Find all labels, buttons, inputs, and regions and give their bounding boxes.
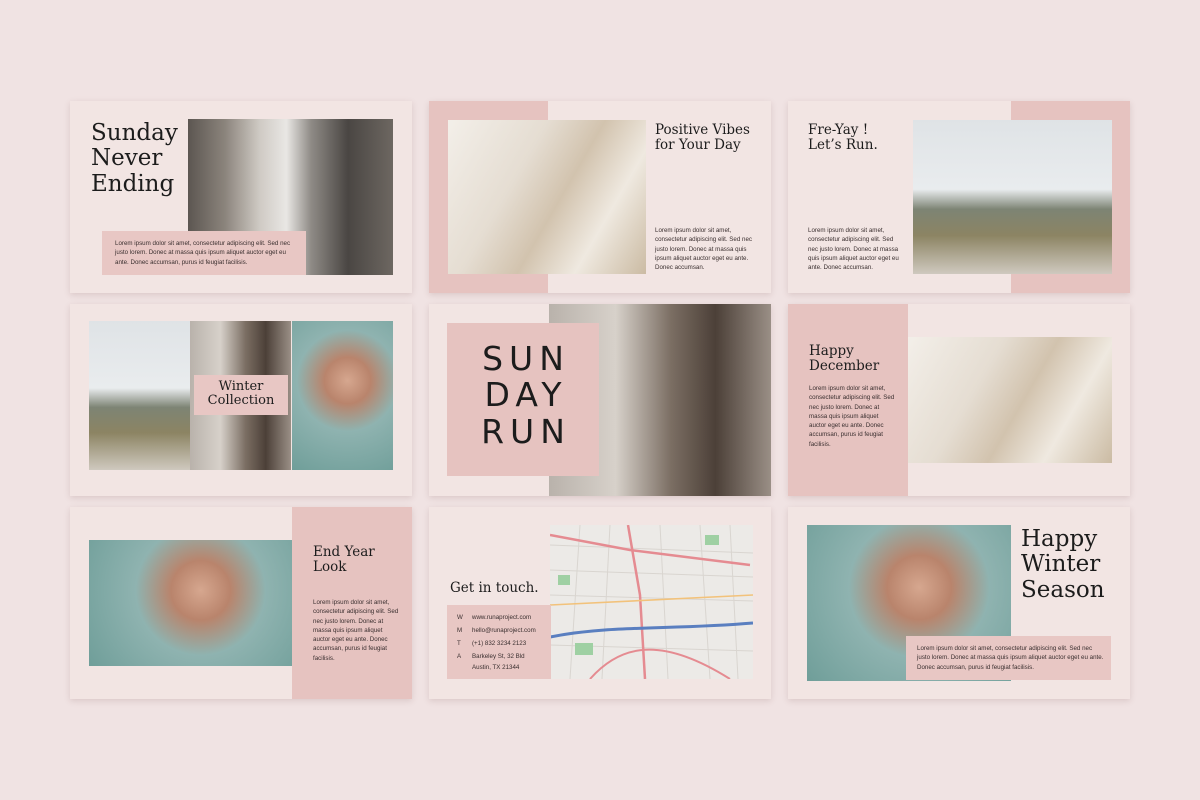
slide-end-year-look[interactable]: End Year Look Lorem ipsum dolor sit amet… [70, 507, 412, 699]
slide-body: Lorem ipsum dolor sit amet, consectetur … [808, 227, 899, 272]
slide-title: Winter Collection [207, 379, 275, 409]
slide-title: Happy Winter Season [1021, 526, 1105, 603]
address-value: Barkeley St, 32 Bld [472, 653, 525, 660]
slide-sunday-never-ending[interactable]: Sunday Never Ending Lorem ipsum dolor si… [70, 101, 412, 293]
slide-title: Happy December [809, 343, 880, 374]
slide-body: Lorem ipsum dolor sit amet, consectetur … [917, 645, 1104, 671]
slide-body: Lorem ipsum dolor sit amet, consectetur … [115, 240, 291, 266]
contact-key: M [457, 627, 463, 634]
portrait-photo [89, 540, 292, 666]
slide-title: Sunday Never Ending [91, 120, 178, 197]
slide-sun-day-run[interactable]: SUN DAY RUN [429, 304, 771, 496]
slide-happy-winter-season[interactable]: Happy Winter Season Lorem ipsum dolor si… [788, 507, 1130, 699]
mirror-photo [448, 120, 646, 274]
slide-title: Fre-Yay ! Let’s Run. [808, 122, 878, 153]
slide-body: Lorem ipsum dolor sit amet, consectetur … [655, 227, 752, 272]
email-value: hello@runaproject.com [472, 627, 536, 634]
road-photo [89, 321, 190, 470]
contact-key: T [457, 640, 461, 647]
slide-winter-collection[interactable]: Winter Collection [70, 304, 412, 496]
slide-positive-vibes[interactable]: Positive Vibes for Your Day Lorem ipsum … [429, 101, 771, 293]
slide-fre-yay[interactable]: Fre-Yay ! Let’s Run. Lorem ipsum dolor s… [788, 101, 1130, 293]
field-photo [913, 120, 1112, 274]
website-value: www.runaproject.com [472, 614, 532, 621]
slide-title: Positive Vibes for Your Day [655, 122, 750, 153]
address-line2: Austin, TX 21344 [472, 664, 520, 671]
contact-key: W [457, 614, 463, 621]
title-box: Winter Collection [194, 375, 288, 415]
mirror-photo [908, 337, 1112, 463]
slide-get-in-touch[interactable]: Get in touch. W www.runaproject.com M he… [429, 507, 771, 699]
text-box: Lorem ipsum dolor sit amet, consectetur … [906, 636, 1111, 680]
contact-title: Get in touch. [450, 580, 539, 596]
slide-body: Lorem ipsum dolor sit amet, consectetur … [313, 599, 399, 662]
text-box: Lorem ipsum dolor sit amet, consectetur … [102, 231, 306, 275]
contact-key: A [457, 653, 462, 660]
phone-value: (+1) 832 3234 2123 [472, 640, 527, 647]
slide-title: End Year Look [313, 544, 375, 575]
slide-title: SUN DAY RUN [481, 339, 571, 451]
slide-body: Lorem ipsum dolor sit amet, consectetur … [809, 385, 895, 448]
slide-happy-december[interactable]: Happy December Lorem ipsum dolor sit ame… [788, 304, 1130, 496]
contact-box: W www.runaproject.com M hello@runaprojec… [447, 605, 551, 679]
map-image [550, 525, 753, 679]
title-block: SUN DAY RUN [447, 323, 599, 476]
portrait-photo [292, 321, 393, 470]
map-graphic [550, 525, 753, 679]
